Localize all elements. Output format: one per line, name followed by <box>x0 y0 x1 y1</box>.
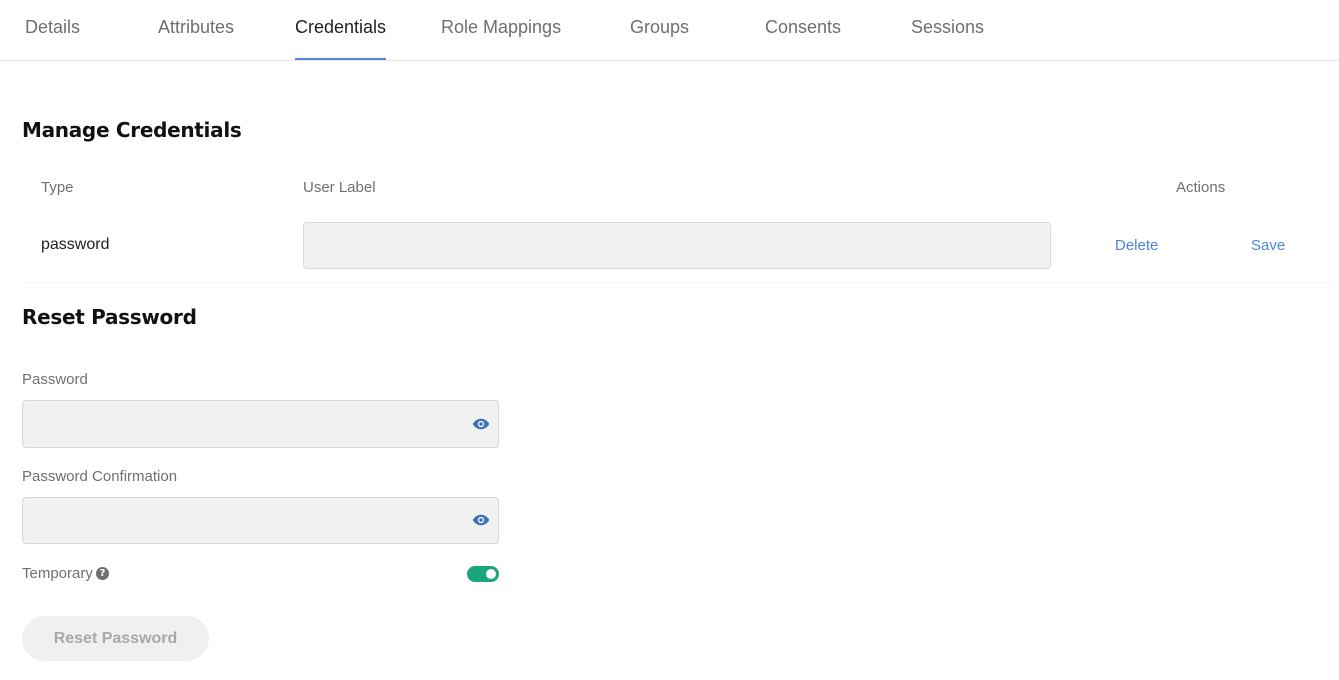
manage-credentials-title: Manage Credentials <box>22 118 242 142</box>
password-label: Password <box>22 371 88 388</box>
reset-password-title: Reset Password <box>22 305 197 329</box>
tab-credentials[interactable]: Credentials <box>295 0 387 60</box>
delete-link[interactable]: Delete <box>1115 237 1158 254</box>
tab-details[interactable]: Details <box>25 0 80 60</box>
credential-type: password <box>41 236 110 253</box>
credentials-table: Type User Label Actions password Delete … <box>22 163 1332 283</box>
temporary-label: Temporary <box>22 565 93 582</box>
reset-password-button[interactable]: Reset Password <box>22 616 209 661</box>
tab-attributes[interactable]: Attributes <box>158 0 234 60</box>
password-field <box>22 400 499 448</box>
eye-icon[interactable] <box>472 417 490 431</box>
password-input[interactable] <box>23 401 463 447</box>
tab-consents[interactable]: Consents <box>765 0 841 60</box>
save-link[interactable]: Save <box>1251 237 1285 254</box>
eye-icon[interactable] <box>472 513 490 527</box>
column-header-user-label: User Label <box>303 179 376 196</box>
tab-bar: Details Attributes Credentials Role Mapp… <box>0 0 1339 61</box>
tab-sessions[interactable]: Sessions <box>911 0 984 60</box>
column-header-actions: Actions <box>1176 179 1226 196</box>
toggle-knob <box>486 569 496 579</box>
user-label-input[interactable] <box>303 222 1051 269</box>
tab-groups[interactable]: Groups <box>630 0 689 60</box>
tab-role-mappings[interactable]: Role Mappings <box>441 0 561 60</box>
password-confirmation-field <box>22 497 499 544</box>
temporary-toggle[interactable] <box>467 566 499 582</box>
password-confirmation-label: Password Confirmation <box>22 468 178 485</box>
password-confirmation-input[interactable] <box>23 498 463 544</box>
column-header-type: Type <box>41 179 74 196</box>
help-icon[interactable]: ? <box>96 567 109 580</box>
